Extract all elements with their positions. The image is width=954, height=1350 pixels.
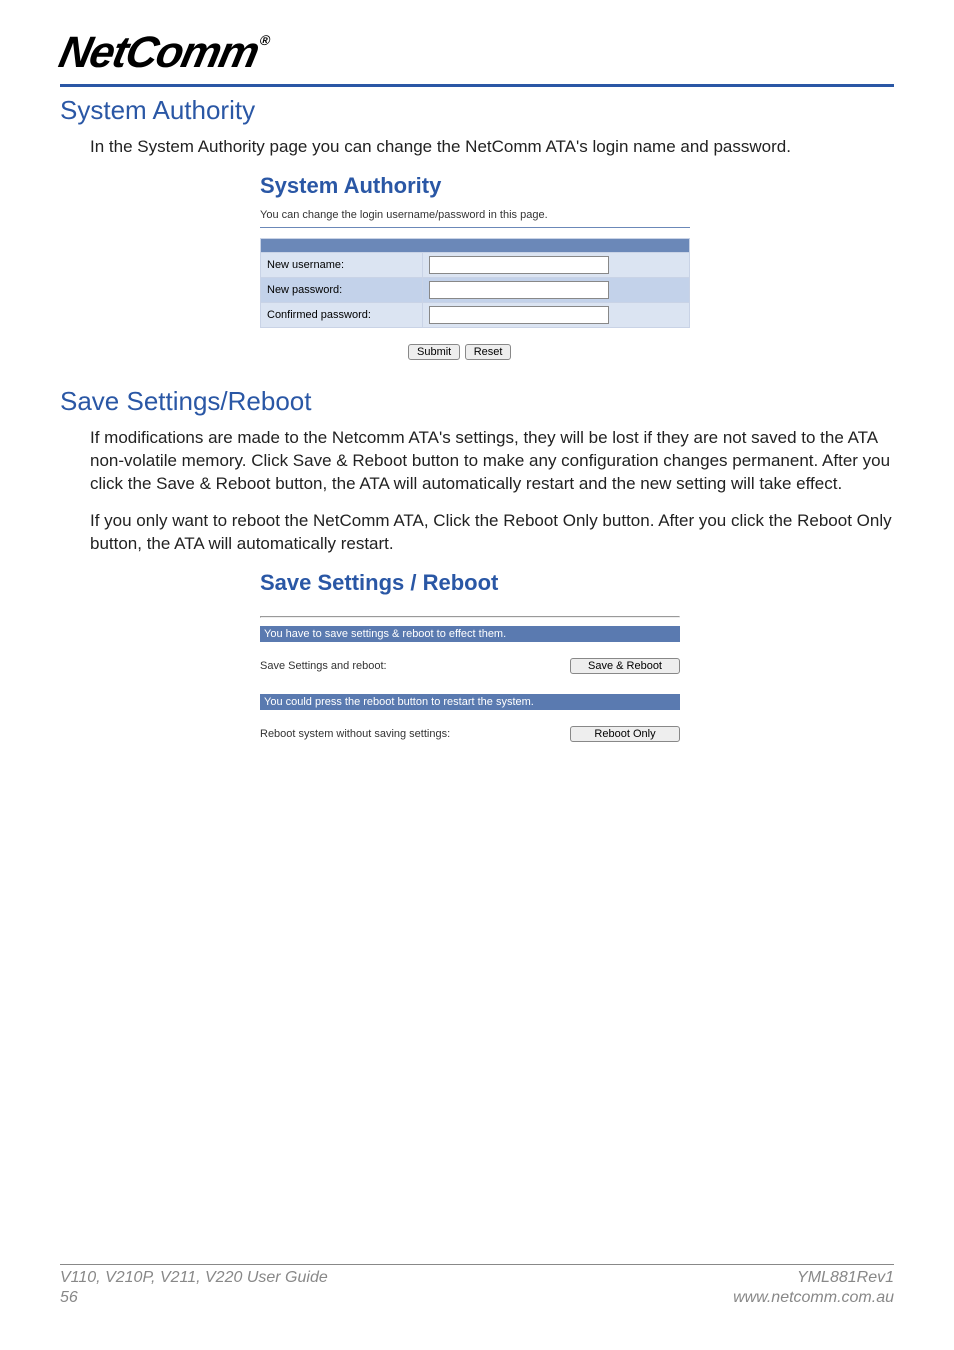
- banner-reboot-notice: You could press the reboot button to res…: [260, 694, 680, 710]
- page-footer: V110, V210P, V211, V220 User Guide 56 YM…: [60, 1264, 894, 1308]
- label-new-password: New password:: [261, 277, 423, 302]
- embed-subtext: You can change the login username/passwo…: [260, 209, 690, 221]
- footer-rule: [60, 1264, 894, 1265]
- page-header: NetComm®: [60, 28, 894, 78]
- embed-heading-system-authority: System Authority: [260, 173, 690, 199]
- submit-button[interactable]: Submit: [408, 344, 460, 360]
- section-title-system-authority: System Authority: [60, 95, 894, 126]
- confirmed-password-input[interactable]: [429, 306, 609, 324]
- save-reboot-embed: Save Settings / Reboot You have to save …: [260, 570, 680, 742]
- save-and-reboot-button[interactable]: Save & Reboot: [570, 658, 680, 674]
- brand-name: NetComm: [55, 28, 263, 77]
- embed-heading-save-reboot: Save Settings / Reboot: [260, 570, 680, 596]
- reset-button[interactable]: Reset: [465, 344, 512, 360]
- system-authority-embed: System Authority You can change the logi…: [260, 173, 690, 360]
- banner-save-notice: You have to save settings & reboot to ef…: [260, 626, 680, 642]
- new-password-input[interactable]: [429, 281, 609, 299]
- button-row: Submit Reset: [408, 342, 690, 360]
- label-save-reboot: Save Settings and reboot:: [260, 660, 387, 672]
- registered-mark: ®: [258, 32, 270, 48]
- footer-doc-id: YML881Rev1: [797, 1268, 894, 1288]
- save-reboot-p1: If modifications are made to the Netcomm…: [90, 427, 894, 496]
- header-rule: [60, 84, 894, 87]
- footer-url: www.netcomm.com.au: [733, 1288, 894, 1308]
- new-username-input[interactable]: [429, 256, 609, 274]
- embed-divider: [260, 227, 690, 228]
- label-new-username: New username:: [261, 252, 423, 277]
- label-reboot-only: Reboot system without saving settings:: [260, 728, 450, 740]
- label-confirmed-password: Confirmed password:: [261, 302, 423, 327]
- section-title-save-reboot: Save Settings/Reboot: [60, 386, 894, 417]
- embed2-divider: [260, 616, 680, 618]
- table-header-bar: [261, 238, 690, 252]
- save-reboot-row: Save Settings and reboot: Save & Reboot: [260, 658, 680, 674]
- footer-guide: V110, V210P, V211, V220 User Guide: [60, 1268, 328, 1288]
- credentials-table: New username: New password: Confirmed pa…: [260, 238, 690, 328]
- reboot-only-button[interactable]: Reboot Only: [570, 726, 680, 742]
- system-authority-intro: In the System Authority page you can cha…: [90, 136, 894, 159]
- footer-page-number: 56: [60, 1288, 328, 1308]
- brand-logo: NetComm®: [55, 28, 272, 78]
- reboot-only-row: Reboot system without saving settings: R…: [260, 726, 680, 742]
- save-reboot-p2: If you only want to reboot the NetComm A…: [90, 510, 894, 556]
